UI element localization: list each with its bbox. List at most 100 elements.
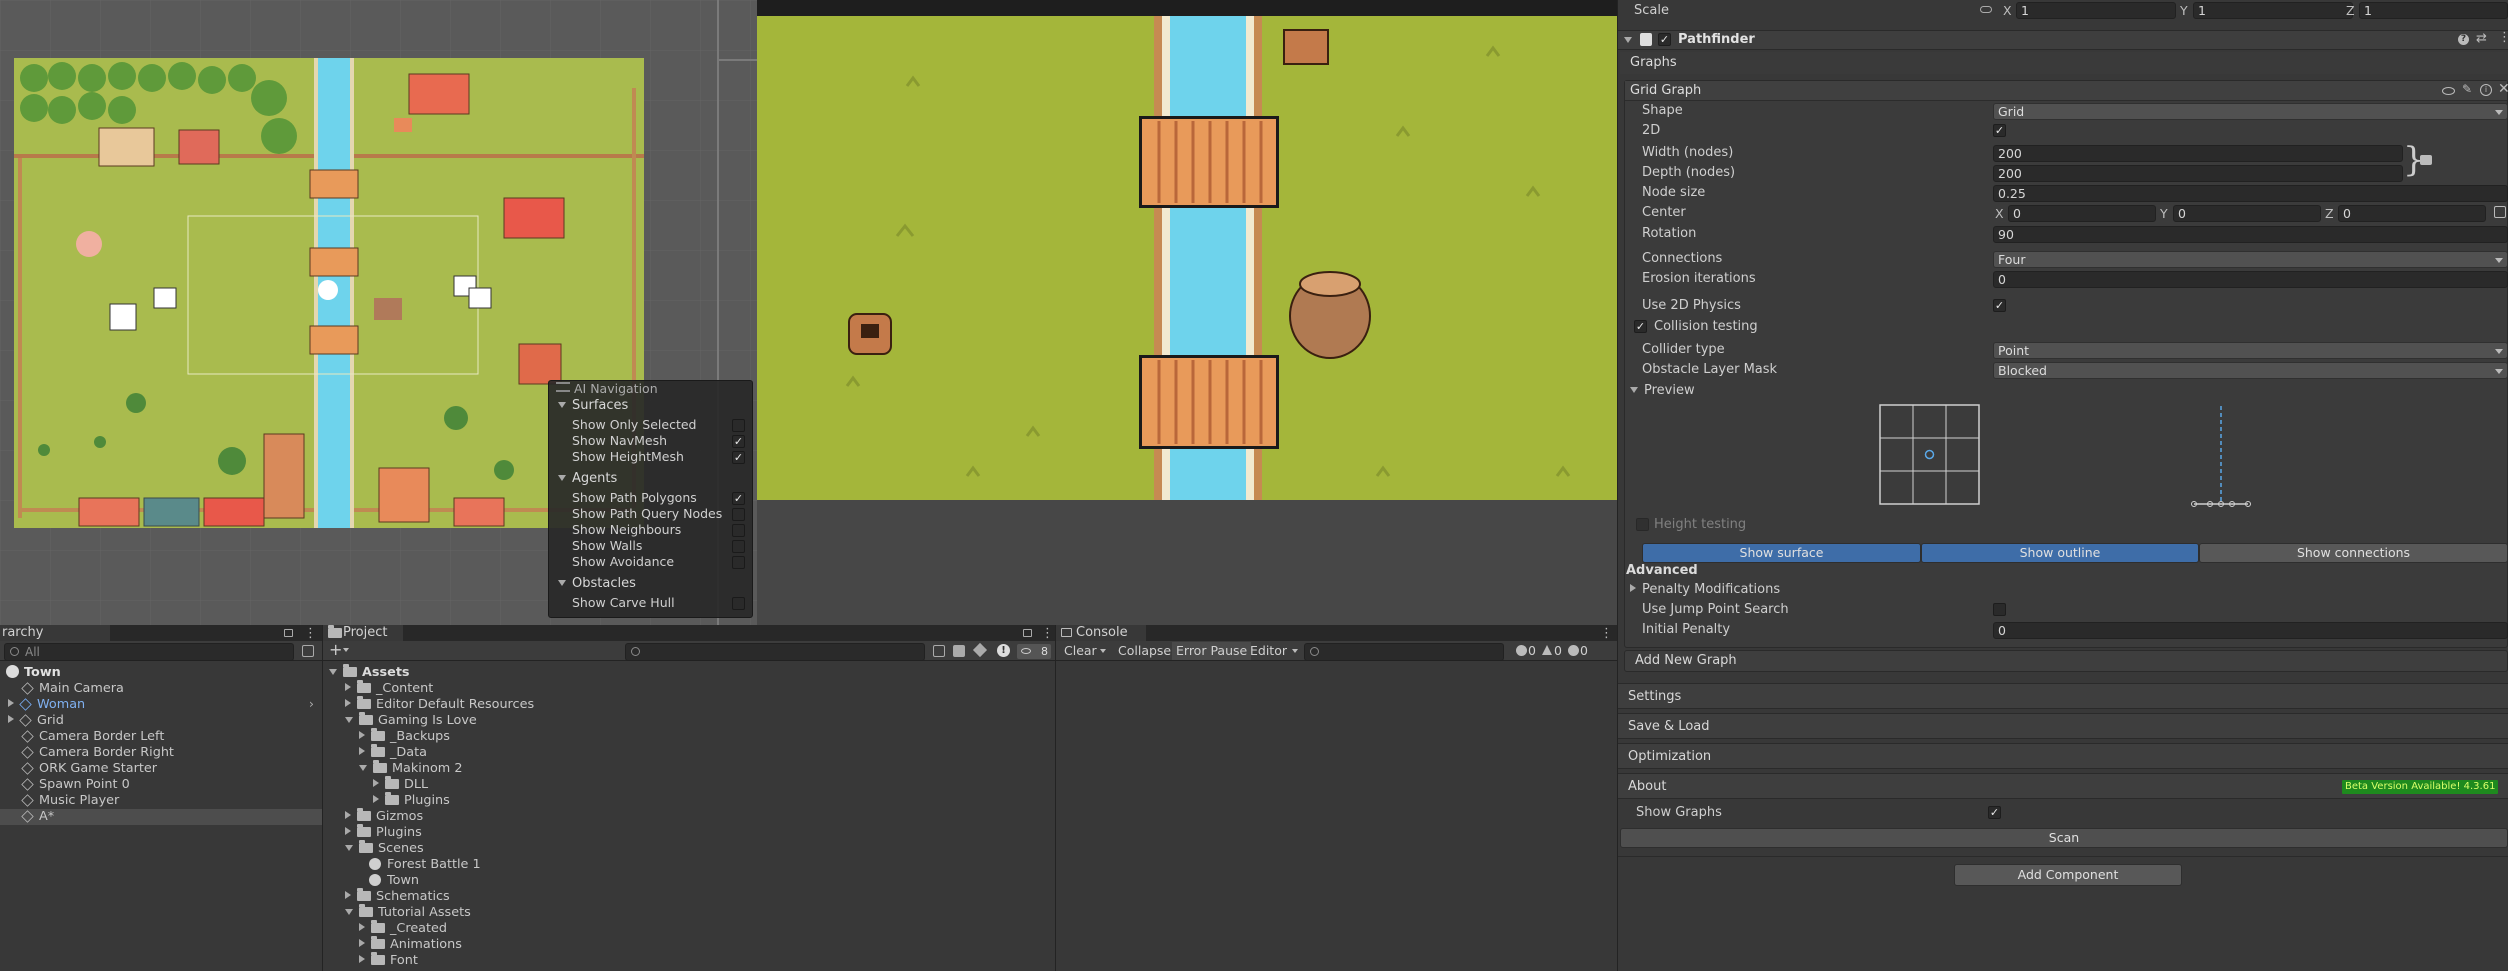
project-item-plugins[interactable]: Plugins [323,824,1055,841]
overlay-checkbox-show-heightmesh[interactable]: ✓ [732,451,745,464]
chevron-right-icon[interactable] [345,683,351,691]
chevron-right-icon[interactable] [359,747,365,755]
chevron-right-icon[interactable] [373,795,379,803]
depth-field[interactable]: 200 [1993,165,2403,182]
presets-icon[interactable]: ⇄ [2476,31,2487,46]
overlay-section-agents[interactable]: Agents [558,471,617,487]
collision-testing-checkbox[interactable]: ✓ [1634,320,1647,333]
tab-project[interactable]: Project [323,625,403,641]
pencil-icon[interactable]: ✎ [2462,82,2472,96]
center-z-field[interactable]: 0 [2338,205,2486,222]
rotation-field[interactable]: 90 [1993,226,2508,243]
grid-graph-header[interactable] [1625,81,2507,101]
hierarchy-item-ork-game-starter[interactable]: ORK Game Starter [0,761,322,777]
lock-icon[interactable] [1023,629,1032,637]
height-testing-checkbox[interactable] [1636,518,1649,531]
project-item-data[interactable]: _Data [323,744,1055,761]
project-item-gizmos[interactable]: Gizmos [323,808,1055,825]
initial-penalty-field[interactable]: 0 [1993,622,2508,639]
lock-icon[interactable] [2420,155,2432,165]
project-item-forest-battle-1[interactable]: Forest Battle 1 [323,857,1055,873]
center-x-field[interactable]: 0 [2008,205,2156,222]
kebab-menu-icon[interactable]: ⋮ [1600,626,1613,641]
lock-icon[interactable] [284,629,293,637]
chevron-right-icon[interactable] [345,891,351,899]
project-item-schematics[interactable]: Schematics [323,888,1055,905]
project-item-assets[interactable]: Assets [323,664,1055,681]
hierarchy-item-woman[interactable]: Woman › [0,697,322,713]
game-view[interactable] [757,0,1617,625]
twod-checkbox[interactable]: ✓ [1993,124,2006,137]
jump-point-search-checkbox[interactable] [1993,603,2006,616]
save-load-section[interactable]: Save & Load [1618,713,2508,739]
pathfinder-enabled-checkbox[interactable]: ✓ [1658,33,1671,46]
chevron-right-icon[interactable] [345,699,351,707]
scale-y-field[interactable]: 1 [2193,2,2353,19]
tab-console[interactable]: Console [1056,625,1146,641]
hierarchy-scene-row[interactable]: Town [0,665,322,681]
hierarchy-item-camera-border-left[interactable]: Camera Border Left [0,729,322,745]
connections-dropdown[interactable]: Four [1993,251,2508,268]
overlay-title[interactable]: AI Navigation [556,381,658,397]
overlay-checkbox-show-walls[interactable] [732,540,745,553]
hierarchy-item-music-player[interactable]: Music Player [0,793,322,809]
project-item-gaming-is-love[interactable]: Gaming Is Love [323,712,1055,729]
link-icon[interactable] [1980,6,1992,13]
tab-hierarchy[interactable]: rarchy [0,625,110,641]
shape-dropdown[interactable]: Grid [1993,103,2508,120]
add-component-button[interactable]: Add Component [1954,864,2182,886]
graphs-header[interactable]: Graphs [1620,52,2508,74]
show-surface-button[interactable]: Show surface [1642,543,1921,563]
show-graphs-checkbox[interactable]: ✓ [1988,806,2001,819]
use-2d-physics-checkbox[interactable]: ✓ [1993,299,2006,312]
project-item-editor-default-resources[interactable]: Editor Default Resources [323,696,1055,713]
console-collapse-button[interactable]: Collapse [1114,642,1175,660]
overlay-checkbox-show-only-selected[interactable] [732,419,745,432]
project-item-tutorial-assets[interactable]: Tutorial Assets [323,904,1055,921]
chevron-right-icon[interactable] [359,731,365,739]
kebab-menu-icon[interactable]: ⋮ [1041,626,1054,641]
console-clear-button[interactable]: Clear [1060,642,1101,660]
console-search-input[interactable] [1304,643,1504,661]
settings-section[interactable]: Settings [1618,683,2508,709]
scale-x-field[interactable]: 1 [2016,2,2176,19]
overlay-checkbox-show-navmesh[interactable]: ✓ [732,435,745,448]
scan-button[interactable]: Scan [1620,828,2508,848]
erosion-field[interactable]: 0 [1993,271,2508,288]
chevron-down-icon[interactable] [1100,649,1106,653]
chevron-down-icon[interactable] [345,845,353,851]
overlay-section-surfaces[interactable]: Surfaces [558,398,628,414]
project-item-content[interactable]: _Content [323,680,1055,697]
search-by-type-icon[interactable] [933,645,945,657]
project-item-font[interactable]: Font [323,952,1055,969]
project-search-input[interactable] [625,643,925,661]
hierarchy-item-grid[interactable]: Grid [0,713,322,729]
snap-center-icon[interactable] [2494,206,2506,218]
chevron-down-icon[interactable] [343,648,349,652]
chevron-right-icon[interactable] [345,811,351,819]
info-icon[interactable]: ! [997,644,1010,657]
collider-type-dropdown[interactable]: Point [1993,342,2508,359]
console-editor-dropdown[interactable]: Editor [1246,642,1301,660]
chevron-right-icon[interactable] [359,955,365,963]
hierarchy-search-input[interactable]: All [4,643,294,661]
search-by-label-icon[interactable] [953,645,965,657]
overlay-checkbox-show-avoidance[interactable] [732,556,745,569]
kebab-menu-icon[interactable]: ⋮ [2498,30,2508,45]
beta-version-badge[interactable]: Beta Version Available! 4.3.61 [2342,780,2499,794]
preview-foldout[interactable]: Preview [1630,382,1695,400]
show-outline-button[interactable]: Show outline [1921,543,2199,563]
project-item-scenes[interactable]: Scenes [323,840,1055,857]
project-item-town[interactable]: Town [323,873,1055,889]
chevron-right-icon[interactable] [373,779,379,787]
chevron-down-icon[interactable] [359,765,367,771]
chevron-right-icon[interactable] [345,827,351,835]
chevron-right-icon[interactable]: › [309,697,314,713]
center-y-field[interactable]: 0 [2173,205,2321,222]
console-log-count[interactable]: 0 [1514,642,1540,660]
project-item-makinom-plugins[interactable]: Plugins [323,792,1055,809]
chevron-right-icon[interactable] [359,939,365,947]
overlay-checkbox-show-carve-hull[interactable] [732,597,745,610]
scale-z-field[interactable]: 1 [2359,2,2508,19]
overlay-section-obstacles[interactable]: Obstacles [558,576,636,592]
